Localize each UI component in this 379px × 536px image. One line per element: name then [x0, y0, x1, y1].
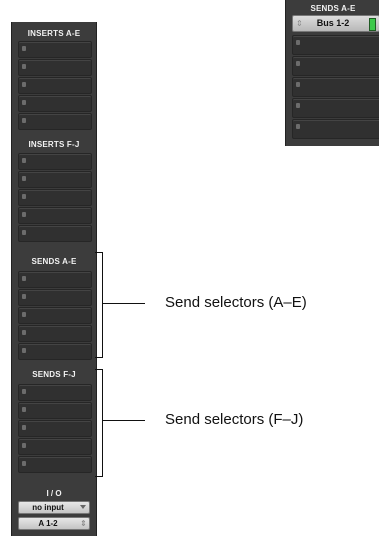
send-slot-b[interactable]: [18, 289, 92, 306]
insert-slot-a[interactable]: [18, 41, 92, 58]
sends-ae-title: SENDS A-E: [31, 257, 77, 266]
bracket-sends-fj: [95, 369, 103, 477]
insert-slot-e[interactable]: [18, 113, 92, 130]
slot-handle-icon: [22, 407, 26, 412]
io-title: I / O: [46, 489, 62, 498]
slot-handle-icon: [296, 124, 300, 129]
leader-line-sends-fj: [103, 420, 145, 421]
leader-line-sends-ae: [103, 303, 145, 304]
slot-handle-icon: [22, 230, 26, 235]
sends-inset: SENDS A-E ⇕ Bus 1-2: [285, 0, 379, 146]
slot-handle-icon: [22, 348, 26, 353]
send-slot-c[interactable]: [18, 307, 92, 324]
send-level-meter: [369, 18, 376, 31]
inserts-fj-title: INSERTS F-J: [28, 140, 80, 149]
send-slot-d[interactable]: [18, 325, 92, 342]
slot-handle-icon: [22, 82, 26, 87]
callout-sends-fj: Send selectors (F–J): [165, 411, 304, 428]
send-slot-a[interactable]: [18, 271, 92, 288]
stepper-icon: ⇕: [80, 519, 87, 528]
callout-sends-ae: Send selectors (A–E): [165, 294, 307, 311]
insert-slot-f[interactable]: [18, 153, 92, 170]
sends-fj-title: SENDS F-J: [32, 370, 76, 379]
insert-slot-h[interactable]: [18, 189, 92, 206]
insert-slot-d[interactable]: [18, 95, 92, 112]
input-selector[interactable]: no input: [18, 501, 90, 514]
inset-send-slot-c[interactable]: [292, 56, 379, 76]
slot-handle-icon: [22, 194, 26, 199]
inset-send-slot-d[interactable]: [292, 77, 379, 97]
insert-slot-g[interactable]: [18, 171, 92, 188]
slot-handle-icon: [22, 330, 26, 335]
slot-handle-icon: [22, 46, 26, 51]
drag-handle-icon: ⇕: [296, 19, 303, 28]
insert-slot-c[interactable]: [18, 77, 92, 94]
slot-handle-icon: [296, 61, 300, 66]
dropdown-arrow-icon: [80, 505, 86, 509]
inserts-ae-title: INSERTS A-E: [27, 29, 81, 38]
send-bus-button[interactable]: ⇕ Bus 1-2: [292, 15, 379, 32]
slot-handle-icon: [22, 425, 26, 430]
send-slot-i[interactable]: [18, 438, 92, 455]
slot-handle-icon: [22, 118, 26, 123]
slot-handle-icon: [22, 389, 26, 394]
slot-handle-icon: [296, 103, 300, 108]
inset-send-slot-e[interactable]: [292, 98, 379, 118]
inset-send-slot-f[interactable]: [292, 119, 379, 139]
send-slot-f[interactable]: [18, 384, 92, 401]
slot-handle-icon: [22, 461, 26, 466]
send-slot-j[interactable]: [18, 456, 92, 473]
channel-strip: INSERTS A-E INSERTS F-J SENDS A-E SENDS …: [11, 22, 97, 536]
slot-handle-icon: [22, 176, 26, 181]
slot-handle-icon: [22, 100, 26, 105]
inset-sends-title: SENDS A-E: [310, 4, 356, 13]
slot-handle-icon: [296, 40, 300, 45]
slot-handle-icon: [296, 82, 300, 87]
slot-handle-icon: [22, 212, 26, 217]
slot-handle-icon: [22, 312, 26, 317]
inset-send-slot-b[interactable]: [292, 35, 379, 55]
send-slot-e[interactable]: [18, 343, 92, 360]
bracket-sends-ae: [95, 252, 103, 358]
send-bus-label: Bus 1-2: [316, 18, 350, 28]
slot-handle-icon: [22, 294, 26, 299]
insert-slot-j[interactable]: [18, 225, 92, 242]
input-selector-label: no input: [32, 503, 64, 512]
slot-handle-icon: [22, 158, 26, 163]
slot-handle-icon: [22, 443, 26, 448]
output-selector-label: A 1-2: [38, 519, 58, 528]
slot-handle-icon: [22, 64, 26, 69]
insert-slot-b[interactable]: [18, 59, 92, 76]
slot-handle-icon: [22, 276, 26, 281]
output-selector[interactable]: A 1-2 ⇕: [18, 517, 90, 530]
send-slot-g[interactable]: [18, 402, 92, 419]
send-slot-h[interactable]: [18, 420, 92, 437]
insert-slot-i[interactable]: [18, 207, 92, 224]
